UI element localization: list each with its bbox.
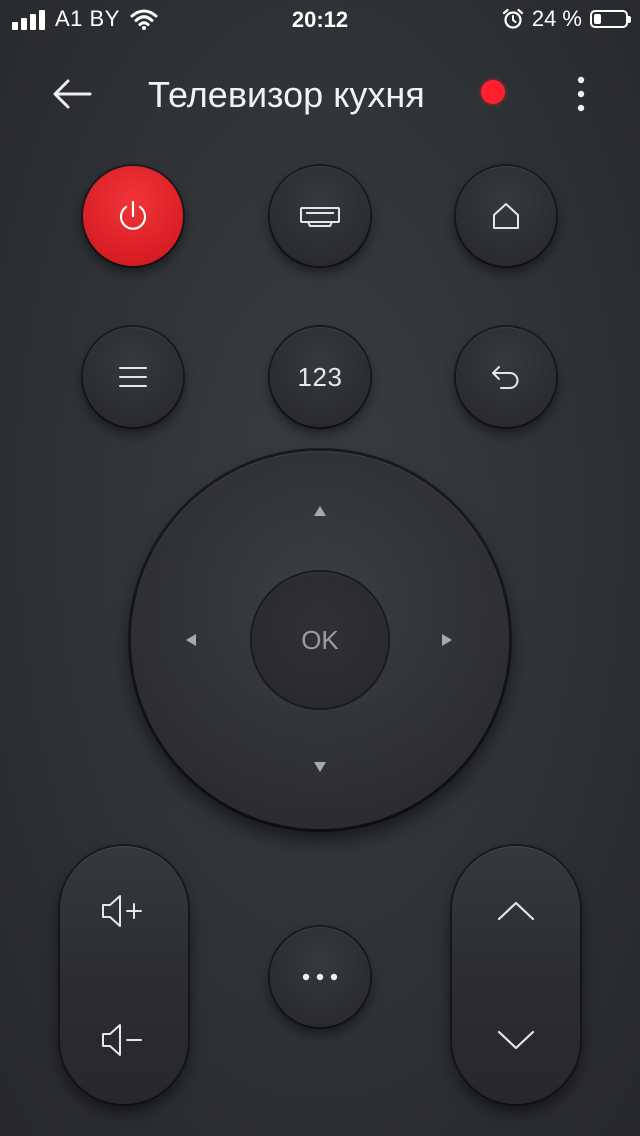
dpad-right-button[interactable] — [427, 620, 467, 660]
volume-up-icon — [102, 894, 142, 927]
ok-button[interactable]: OK — [252, 572, 388, 708]
home-button[interactable] — [456, 166, 556, 266]
dpad-left-button[interactable] — [171, 620, 211, 660]
power-icon — [119, 200, 147, 230]
header: Телевизор кухня — [0, 60, 640, 130]
return-icon — [492, 366, 519, 389]
chevron-up-icon — [497, 901, 535, 920]
alarm-icon — [502, 8, 523, 29]
volume-up-button[interactable] — [60, 846, 188, 975]
arrow-left-icon — [53, 79, 92, 109]
ellipsis-icon — [302, 973, 338, 981]
battery-icon — [590, 10, 631, 28]
dpad-up-button[interactable] — [300, 491, 340, 531]
return-button[interactable] — [456, 327, 556, 427]
page-title: Телевизор кухня — [148, 74, 425, 115]
triangle-left-icon — [186, 634, 196, 646]
ok-label: OK — [301, 624, 339, 655]
channel-up-button[interactable] — [452, 846, 580, 975]
battery-percent: 24 % — [531, 6, 582, 31]
channel-down-button[interactable] — [452, 975, 580, 1104]
volume-rocker — [60, 846, 188, 1104]
input-source-icon — [300, 207, 340, 227]
menu-icon — [119, 367, 147, 387]
more-functions-button[interactable] — [270, 927, 370, 1027]
status-right: 24 % — [502, 6, 631, 32]
channel-rocker — [452, 846, 580, 1104]
power-button[interactable] — [83, 166, 183, 266]
navigation-dpad: OK — [131, 451, 509, 829]
numbers-button[interactable]: 123 — [270, 327, 370, 427]
numbers-label: 123 — [297, 361, 343, 392]
volume-down-button[interactable] — [60, 975, 188, 1104]
triangle-up-icon — [314, 506, 326, 516]
menu-button[interactable] — [83, 327, 183, 427]
back-button[interactable] — [48, 72, 98, 116]
dpad-down-button[interactable] — [300, 747, 340, 787]
home-icon — [493, 203, 519, 229]
connection-status-dot — [481, 80, 505, 104]
triangle-right-icon — [442, 634, 452, 646]
volume-down-icon — [102, 1023, 142, 1056]
input-source-button[interactable] — [270, 166, 370, 266]
more-options-button[interactable] — [566, 72, 596, 116]
more-vertical-icon — [577, 76, 585, 112]
battery-level — [594, 14, 601, 24]
status-bar: A1 BY 20:12 24 % — [0, 0, 640, 40]
triangle-down-icon — [314, 762, 326, 772]
chevron-down-icon — [497, 1030, 535, 1049]
